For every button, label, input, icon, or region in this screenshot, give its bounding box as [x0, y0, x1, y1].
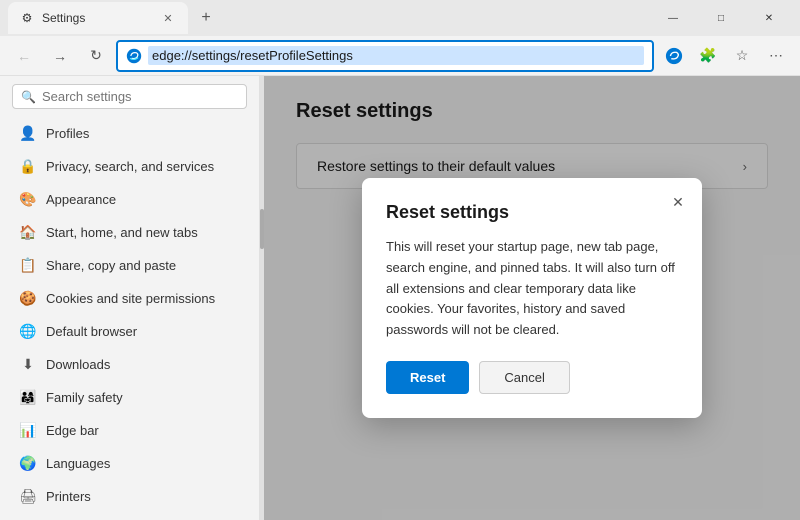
sidebar-item-cookies[interactable]: 🍪 Cookies and site permissions: [4, 282, 255, 314]
minimize-button[interactable]: —: [650, 2, 696, 34]
sidebar-item-label: Printers: [46, 489, 91, 504]
sidebar-item-languages[interactable]: 🌍 Languages: [4, 447, 255, 479]
edge-icon-button[interactable]: [658, 40, 690, 72]
new-tab-button[interactable]: +: [192, 4, 220, 32]
refresh-button[interactable]: ↻: [80, 40, 112, 72]
sidebar-item-label: Languages: [46, 456, 110, 471]
edge-logo-icon: [126, 48, 142, 64]
edge-nav-icon: [665, 47, 683, 65]
reset-dialog: ✕ Reset settings This will reset your st…: [362, 178, 702, 418]
maximize-button[interactable]: □: [698, 2, 744, 34]
sidebar-item-printers[interactable]: 🖨 Printers: [4, 480, 255, 512]
sidebar-item-label: Start, home, and new tabs: [46, 225, 198, 240]
extensions-button[interactable]: 🧩: [692, 40, 724, 72]
sidebar-item-edge-bar[interactable]: 📊 Edge bar: [4, 414, 255, 446]
family-safety-icon: 👨‍👩‍👧: [20, 389, 36, 405]
appearance-icon: 🎨: [20, 191, 36, 207]
sidebar-item-system[interactable]: ⚡ System and performance: [4, 513, 255, 520]
sidebar-item-appearance[interactable]: 🎨 Appearance: [4, 183, 255, 215]
search-icon: 🔍: [21, 90, 36, 104]
sidebar-item-share-copy[interactable]: 📋 Share, copy and paste: [4, 249, 255, 281]
close-button[interactable]: ✕: [746, 2, 792, 34]
back-button[interactable]: ←: [8, 40, 40, 72]
sidebar-item-privacy[interactable]: 🔒 Privacy, search, and services: [4, 150, 255, 182]
dialog-overlay: ✕ Reset settings This will reset your st…: [264, 76, 800, 520]
share-copy-icon: 📋: [20, 257, 36, 273]
sidebar-item-label: Appearance: [46, 192, 116, 207]
address-bar[interactable]: edge://settings/resetProfileSettings: [116, 40, 654, 72]
sidebar: 🔍 👤 Profiles 🔒 Privacy, search, and serv…: [0, 76, 260, 520]
sidebar-item-start-home[interactable]: 🏠 Start, home, and new tabs: [4, 216, 255, 248]
sidebar-item-family-safety[interactable]: 👨‍👩‍👧 Family safety: [4, 381, 255, 413]
address-text[interactable]: edge://settings/resetProfileSettings: [148, 46, 644, 65]
sidebar-item-label: Default browser: [46, 324, 137, 339]
content-area: Reset settings Restore settings to their…: [264, 76, 800, 520]
dialog-title: Reset settings: [386, 202, 678, 223]
sidebar-item-profiles[interactable]: 👤 Profiles: [4, 117, 255, 149]
start-home-icon: 🏠: [20, 224, 36, 240]
sidebar-item-default-browser[interactable]: 🌐 Default browser: [4, 315, 255, 347]
main-layout: 🔍 👤 Profiles 🔒 Privacy, search, and serv…: [0, 76, 800, 520]
profiles-icon: 👤: [20, 125, 36, 141]
downloads-icon: ⬇: [20, 356, 36, 372]
cookies-icon: 🍪: [20, 290, 36, 306]
default-browser-icon: 🌐: [20, 323, 36, 339]
favorites-button[interactable]: ☆: [726, 40, 758, 72]
sidebar-item-label: Downloads: [46, 357, 110, 372]
privacy-icon: 🔒: [20, 158, 36, 174]
tab-favicon-icon: ⚙: [20, 11, 34, 25]
tab-bar: ⚙ Settings ✕ + — □ ✕: [0, 0, 800, 36]
languages-icon: 🌍: [20, 455, 36, 471]
search-box[interactable]: 🔍: [12, 84, 247, 109]
sidebar-item-label: Profiles: [46, 126, 89, 141]
reset-confirm-button[interactable]: Reset: [386, 361, 469, 394]
tab-close-button[interactable]: ✕: [160, 10, 176, 26]
nav-actions: 🧩 ☆ ⋯: [658, 40, 792, 72]
search-input[interactable]: [42, 89, 238, 104]
sidebar-item-label: Share, copy and paste: [46, 258, 176, 273]
sidebar-item-label: Cookies and site permissions: [46, 291, 215, 306]
dialog-actions: Reset Cancel: [386, 361, 678, 394]
edge-bar-icon: 📊: [20, 422, 36, 438]
nav-bar: ← → ↻ edge://settings/resetProfileSettin…: [0, 36, 800, 76]
dialog-close-button[interactable]: ✕: [666, 190, 690, 214]
more-button[interactable]: ⋯: [760, 40, 792, 72]
dialog-body: This will reset your startup page, new t…: [386, 237, 678, 341]
sidebar-item-label: Privacy, search, and services: [46, 159, 214, 174]
forward-button[interactable]: →: [44, 40, 76, 72]
settings-tab[interactable]: ⚙ Settings ✕: [8, 2, 188, 34]
cancel-button[interactable]: Cancel: [479, 361, 569, 394]
tab-title: Settings: [42, 11, 152, 25]
window-controls: — □ ✕: [650, 2, 792, 34]
printers-icon: 🖨: [20, 488, 36, 504]
sidebar-item-label: Edge bar: [46, 423, 99, 438]
sidebar-item-downloads[interactable]: ⬇ Downloads: [4, 348, 255, 380]
browser-chrome: ⚙ Settings ✕ + — □ ✕ ← → ↻ edge://settin…: [0, 0, 800, 76]
sidebar-item-label: Family safety: [46, 390, 123, 405]
